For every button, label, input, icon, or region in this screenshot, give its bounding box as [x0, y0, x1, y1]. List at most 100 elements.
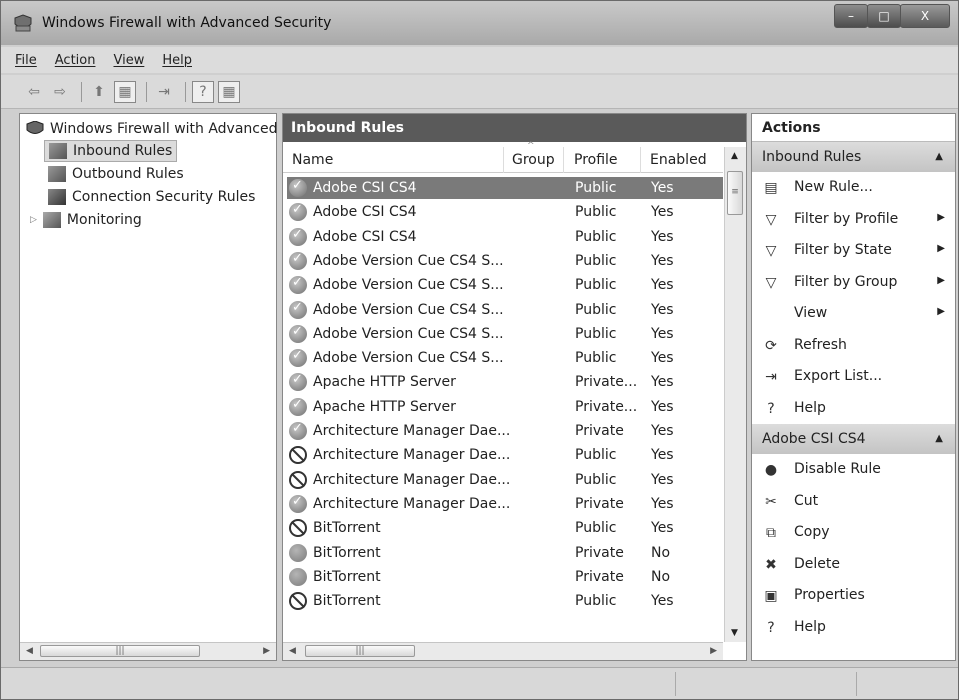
- expand-arrow-icon[interactable]: ▷: [30, 215, 37, 225]
- up-level-icon[interactable]: ⬆: [88, 81, 110, 103]
- show-hide-action-pane-icon[interactable]: ▦: [218, 80, 240, 103]
- table-row[interactable]: Adobe CSI CS4 Public Yes: [287, 177, 723, 199]
- column-header-name[interactable]: Name: [292, 152, 333, 168]
- tree-root[interactable]: Windows Firewall with Advanced: [26, 118, 278, 140]
- list-vertical-scrollbar[interactable]: ▲ ≡ ▼: [724, 147, 746, 642]
- rule-block-icon: [289, 470, 307, 489]
- menu-view[interactable]: View: [113, 53, 144, 68]
- action-filter-by-state[interactable]: ▽ Filter by State ▶: [752, 235, 955, 267]
- table-row[interactable]: BitTorrent Private No: [287, 542, 723, 564]
- rule-allow-icon: [289, 397, 307, 416]
- action-copy[interactable]: ⧉ Copy: [752, 517, 955, 549]
- action-properties[interactable]: ▣ Properties: [752, 580, 955, 612]
- collapse-arrow-icon[interactable]: ▲: [935, 151, 943, 162]
- action-filter-by-profile[interactable]: ▽ Filter by Profile ▶: [752, 204, 955, 236]
- rule-enabled: Yes: [651, 520, 674, 537]
- scroll-thumb[interactable]: |||: [40, 645, 200, 657]
- table-row[interactable]: Architecture Manager Dae... Private Yes: [287, 420, 723, 442]
- rule-profile: Public: [575, 252, 617, 269]
- action-new-rule[interactable]: ▤ New Rule...: [752, 172, 955, 204]
- table-row[interactable]: BitTorrent Public Yes: [287, 517, 723, 539]
- scroll-left-icon[interactable]: ◀: [289, 646, 296, 656]
- forward-icon[interactable]: ⇨: [49, 81, 71, 103]
- scroll-left-icon[interactable]: ◀: [26, 646, 33, 656]
- help-icon[interactable]: ?: [192, 80, 214, 103]
- action-label: Filter by Profile: [794, 210, 899, 227]
- export-icon[interactable]: ⇥: [153, 81, 175, 103]
- menu-file[interactable]: File: [15, 53, 37, 68]
- table-row[interactable]: Architecture Manager Dae... Public Yes: [287, 469, 723, 491]
- scroll-thumb[interactable]: ≡: [727, 171, 743, 215]
- action-view[interactable]: View ▶: [752, 298, 955, 330]
- list-horizontal-scrollbar[interactable]: ◀ ||| ▶: [283, 642, 723, 660]
- column-divider[interactable]: [503, 147, 504, 173]
- show-hide-tree-icon[interactable]: ▦: [114, 80, 136, 103]
- rule-profile: Private...: [575, 398, 638, 415]
- actions-pane: Actions Inbound Rules ▲ ▤ New Rule... ▽ Fil…: [751, 113, 956, 661]
- action-export-list[interactable]: ⇥ Export List...: [752, 361, 955, 393]
- minimize-button[interactable]: –: [834, 4, 868, 28]
- firewall-icon: [26, 121, 44, 134]
- column-header-row: Name Group ^ Profile Enabled: [283, 141, 723, 173]
- scroll-down-icon[interactable]: ▼: [731, 628, 738, 638]
- close-button[interactable]: X: [900, 4, 950, 28]
- action-help[interactable]: ? Help: [752, 612, 955, 644]
- rule-allow-icon: [289, 372, 307, 392]
- actions-section-inbound-rules[interactable]: Inbound Rules ▲: [752, 142, 955, 172]
- column-divider[interactable]: [563, 147, 564, 173]
- rule-profile: Private: [575, 423, 624, 439]
- column-header-group[interactable]: Group: [512, 152, 555, 168]
- filter-icon: ▽: [765, 274, 777, 291]
- column-header-profile[interactable]: Profile: [574, 152, 618, 168]
- rule-name: Architecture Manager Dae...: [313, 447, 511, 464]
- action-help[interactable]: ? Help: [752, 393, 955, 425]
- action-refresh[interactable]: ⟳ Refresh: [752, 330, 955, 362]
- disable-rule-icon: ●: [764, 462, 778, 478]
- action-filter-by-group[interactable]: ▽ Filter by Group ▶: [752, 267, 955, 299]
- table-row[interactable]: Architecture Manager Dae... Public Yes: [287, 444, 723, 466]
- scroll-thumb[interactable]: |||: [305, 645, 415, 657]
- table-row[interactable]: Architecture Manager Dae... Private Yes: [287, 493, 723, 515]
- tree-item-outbound-rules[interactable]: Outbound Rules: [48, 163, 184, 185]
- scroll-right-icon[interactable]: ▶: [710, 646, 717, 656]
- table-row[interactable]: Adobe CSI CS4 Public Yes: [287, 201, 723, 223]
- tree-item-monitoring[interactable]: ▷ Monitoring: [30, 209, 142, 231]
- tree-item-inbound-rules[interactable]: Inbound Rules: [44, 140, 178, 162]
- tree-item-label: Inbound Rules: [73, 143, 173, 159]
- rule-profile: Public: [575, 520, 617, 537]
- action-label: Copy: [794, 524, 830, 540]
- scroll-right-icon[interactable]: ▶: [263, 646, 270, 656]
- menu-help[interactable]: Help: [162, 53, 192, 68]
- collapse-arrow-icon[interactable]: ▲: [935, 433, 943, 444]
- menu-action[interactable]: Action: [55, 53, 96, 68]
- action-label: Cut: [794, 492, 819, 509]
- rule-enabled: Yes: [651, 593, 674, 610]
- title-bar[interactable]: Windows Firewall with Advanced Security …: [1, 1, 958, 45]
- scroll-up-icon[interactable]: ▲: [731, 151, 738, 161]
- table-row[interactable]: Adobe Version Cue CS4 S... Public Yes: [287, 323, 723, 345]
- rule-name: Adobe Version Cue CS4 S...: [313, 252, 504, 269]
- rule-name: Adobe CSI CS4: [313, 204, 417, 221]
- column-divider[interactable]: [640, 147, 641, 173]
- tree-item-connection-security-rules[interactable]: Connection Security Rules: [48, 186, 255, 208]
- table-row[interactable]: Adobe Version Cue CS4 S... Public Yes: [287, 274, 723, 296]
- action-cut[interactable]: ✂ Cut: [752, 486, 955, 518]
- action-delete[interactable]: ✖ Delete: [752, 549, 955, 581]
- actions-section-selected-rule[interactable]: Adobe CSI CS4 ▲: [752, 424, 955, 454]
- rule-profile: Public: [575, 593, 617, 610]
- table-row[interactable]: Adobe Version Cue CS4 S... Public Yes: [287, 299, 723, 321]
- action-disable-rule[interactable]: ● Disable Rule: [752, 454, 955, 486]
- tree-horizontal-scrollbar[interactable]: ◀ ||| ▶: [20, 642, 276, 660]
- table-row[interactable]: Apache HTTP Server Private... Yes: [287, 371, 723, 393]
- maximize-button[interactable]: □: [867, 4, 901, 28]
- table-row[interactable]: Adobe Version Cue CS4 S... Public Yes: [287, 347, 723, 369]
- column-header-enabled[interactable]: Enabled: [650, 152, 707, 168]
- table-row[interactable]: BitTorrent Public Yes: [287, 590, 723, 612]
- table-row[interactable]: Apache HTTP Server Private... Yes: [287, 396, 723, 418]
- table-row[interactable]: BitTorrent Private No: [287, 566, 723, 588]
- rule-name: BitTorrent: [313, 593, 381, 610]
- back-icon[interactable]: ⇦: [23, 81, 45, 103]
- table-row[interactable]: Adobe CSI CS4 Public Yes: [287, 226, 723, 248]
- table-row[interactable]: Adobe Version Cue CS4 S... Public Yes: [287, 250, 723, 272]
- rule-name: Adobe Version Cue CS4 S...: [313, 325, 504, 342]
